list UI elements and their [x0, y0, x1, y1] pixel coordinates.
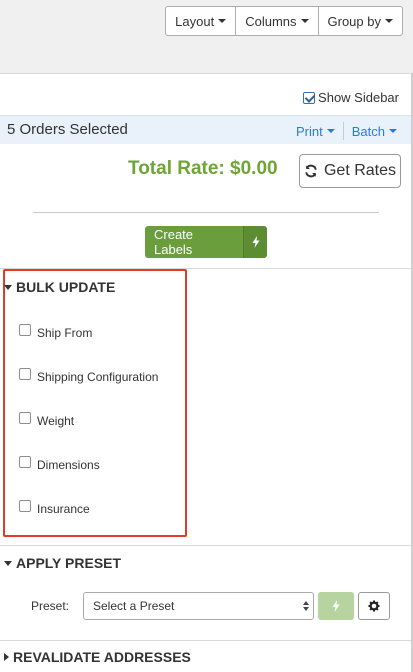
preset-label: Preset: — [31, 599, 70, 613]
columns-button[interactable]: Columns — [235, 6, 319, 36]
view-button-group: Layout Columns Group by — [165, 6, 403, 36]
bolt-icon — [332, 600, 340, 612]
caret-down-icon — [389, 129, 397, 133]
create-labels-quick-button[interactable] — [243, 226, 267, 258]
group-by-button-label: Group by — [327, 13, 381, 29]
insurance-checkbox[interactable] — [19, 500, 31, 512]
shipping-configuration-label: Shipping Configuration — [37, 370, 159, 384]
bulk-option-insurance[interactable]: Insurance — [19, 500, 90, 516]
bulk-update-highlight — [3, 269, 187, 537]
section-divider — [0, 640, 411, 641]
apply-preset-header[interactable]: APPLY PRESET — [4, 555, 121, 571]
bulk-option-dimensions[interactable]: Dimensions — [19, 456, 100, 472]
top-toolbar: Layout Columns Group by — [0, 0, 413, 74]
dimensions-label: Dimensions — [37, 458, 100, 472]
preset-select-value: Select a Preset — [93, 599, 175, 613]
bulk-option-weight[interactable]: Weight — [19, 412, 75, 428]
create-labels-button-group: Create Labels — [145, 226, 267, 258]
caret-down-icon — [218, 19, 227, 23]
group-by-button[interactable]: Group by — [317, 6, 403, 36]
bulk-update-header[interactable]: BULK UPDATE — [4, 279, 115, 295]
preset-settings-button[interactable] — [358, 592, 390, 620]
bulk-option-ship-from[interactable]: Ship From — [19, 324, 93, 340]
ship-from-checkbox[interactable] — [19, 324, 31, 336]
selection-actions: Print Batch — [296, 122, 397, 140]
caret-down-icon — [385, 19, 393, 23]
weight-label: Weight — [37, 414, 75, 428]
rates-divider — [33, 212, 379, 213]
show-sidebar-toggle[interactable]: Show Sidebar — [303, 90, 399, 105]
preset-select[interactable]: Select a Preset — [83, 592, 314, 620]
selection-bar: 5 Orders Selected Print Batch — [0, 115, 411, 144]
batch-label: Batch — [351, 123, 385, 139]
print-dropdown[interactable]: Print — [296, 124, 335, 139]
section-divider — [0, 545, 411, 546]
show-sidebar-label: Show Sidebar — [318, 90, 399, 105]
collapse-triangle-icon — [4, 284, 12, 290]
caret-down-icon — [300, 19, 309, 23]
total-rate: Total Rate: $0.00 — [128, 158, 278, 179]
revalidate-addresses-title: REVALIDATE ADDRESSES — [13, 649, 191, 665]
dimensions-checkbox[interactable] — [19, 456, 31, 468]
select-arrows-icon — [303, 601, 309, 611]
shipping-configuration-checkbox[interactable] — [19, 368, 31, 380]
weight-checkbox[interactable] — [19, 412, 31, 424]
bulk-option-shipping-configuration[interactable]: Shipping Configuration — [19, 368, 159, 384]
apply-preset-button[interactable] — [318, 592, 354, 620]
action-separator — [342, 122, 344, 140]
batch-dropdown[interactable]: Batch — [352, 124, 397, 139]
revalidate-addresses-header[interactable]: REVALIDATE ADDRESSES — [4, 649, 191, 665]
get-rates-label: Get Rates — [323, 162, 397, 179]
create-labels-label: Create Labels — [154, 227, 194, 257]
insurance-label: Insurance — [37, 502, 90, 516]
caret-down-icon — [326, 129, 335, 133]
print-label: Print — [296, 123, 323, 139]
gear-icon — [368, 600, 380, 612]
expand-triangle-icon — [4, 653, 9, 661]
layout-button[interactable]: Layout — [165, 6, 237, 36]
bulk-update-title: BULK UPDATE — [16, 279, 116, 295]
orders-selected-count: 5 Orders Selected — [7, 121, 128, 138]
bolt-icon — [252, 236, 259, 248]
columns-button-label: Columns — [245, 13, 297, 29]
layout-button-label: Layout — [175, 13, 215, 29]
get-rates-button[interactable]: Get Rates — [299, 154, 401, 188]
create-labels-button[interactable]: Create Labels — [145, 226, 243, 258]
collapse-triangle-icon — [4, 560, 12, 566]
refresh-icon — [305, 164, 317, 178]
ship-from-label: Ship From — [37, 326, 93, 340]
apply-preset-title: APPLY PRESET — [16, 555, 122, 571]
show-sidebar-checkbox[interactable] — [303, 91, 316, 104]
